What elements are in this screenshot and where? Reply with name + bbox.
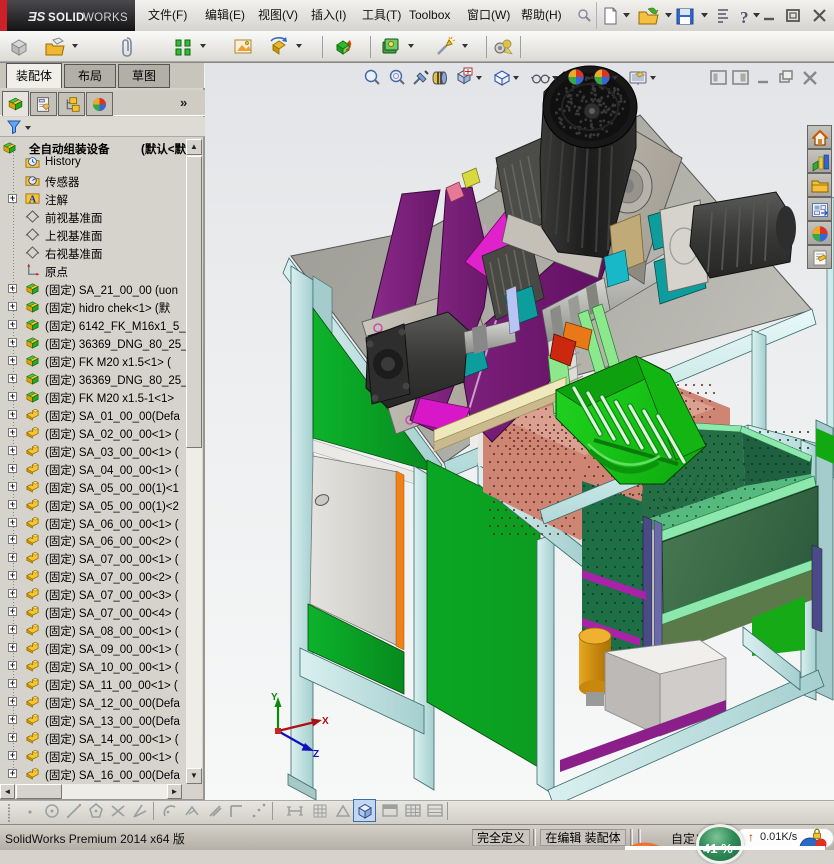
svg-text:Z: Z	[313, 749, 319, 760]
svg-text:Y: Y	[271, 692, 278, 703]
svg-text:X: X	[322, 716, 329, 727]
